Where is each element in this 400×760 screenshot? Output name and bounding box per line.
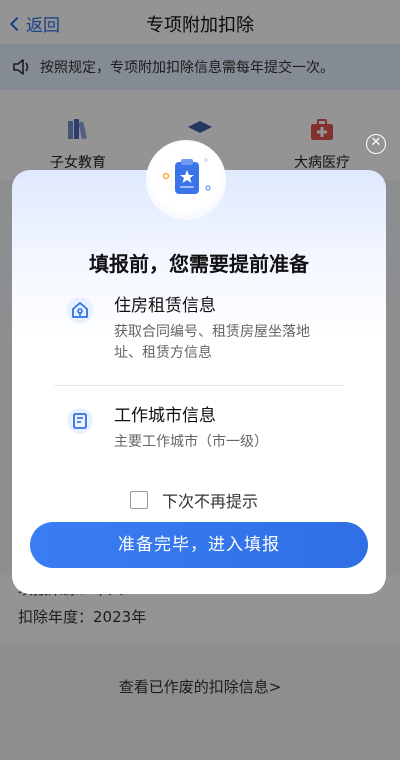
prep-item-title: 工作城市信息 [114,406,216,426]
dialog-heading: 填报前，您需要提前准备 [89,252,309,276]
dont-show-checkbox[interactable] [130,491,148,509]
dont-show-label: 下次不再提示 [162,492,259,511]
prep-item-city: 工作城市信息 主要工作城市（市一级） [114,404,400,453]
city-icon [67,408,93,434]
house-icon [67,297,93,323]
prep-item-title: 住房租赁信息 [114,296,216,316]
badge [146,140,226,220]
prep-item-desc: 获取合同编号、租赁房屋坐落地址、租赁方信息 [114,324,310,361]
dont-show-again[interactable]: 下次不再提示 [130,488,258,512]
confirm-button[interactable]: 准备完毕，进入填报 [30,522,368,568]
close-icon[interactable]: ✕ [366,134,386,154]
prep-item-housing: 住房租赁信息 获取合同编号、租赁房屋坐落地址、租赁方信息 [114,294,400,364]
divider [54,385,344,386]
prep-dialog: 填报前，您需要提前准备 住房租赁信息 获取合同编号、租赁房屋坐落地址、租赁方信息… [12,170,386,594]
prep-item-desc: 主要工作城市（市一级） [114,434,268,450]
document-star-icon [162,158,211,194]
